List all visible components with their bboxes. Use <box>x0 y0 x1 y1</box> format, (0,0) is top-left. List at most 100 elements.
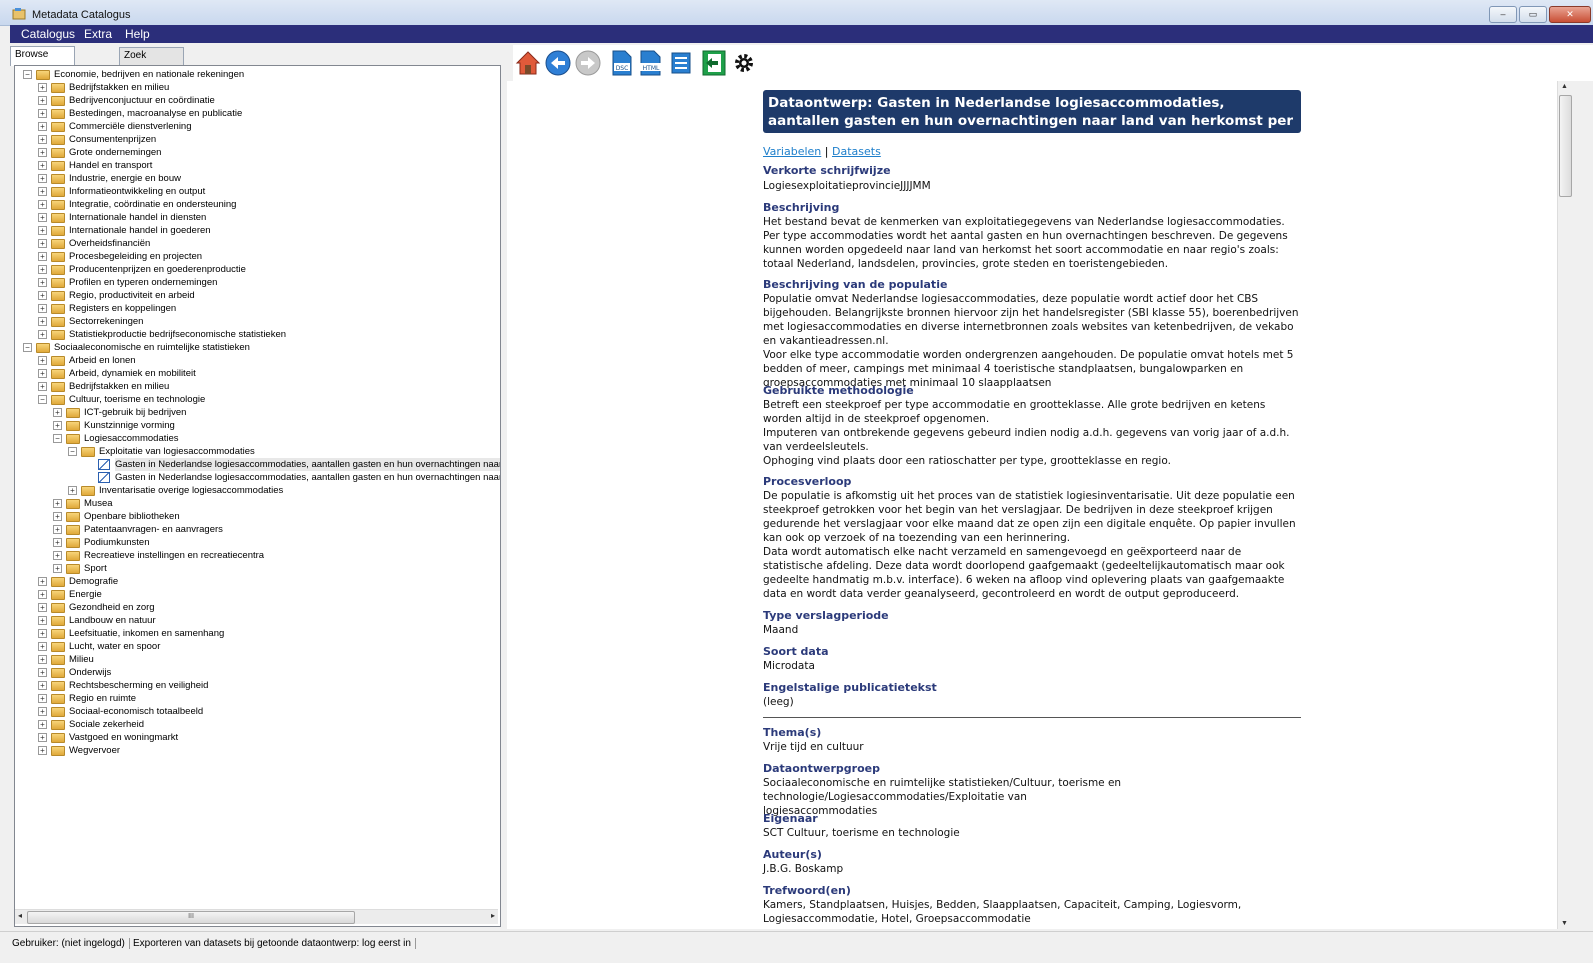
collapse-icon[interactable]: − <box>23 343 32 352</box>
expand-icon[interactable]: + <box>38 330 47 339</box>
tree-folder-item[interactable]: + Vastgoed en woningmarkt <box>38 731 178 744</box>
expand-icon[interactable]: + <box>53 499 62 508</box>
tree-folder-item[interactable]: + Gezondheid en zorg <box>38 601 155 614</box>
expand-icon[interactable]: + <box>53 421 62 430</box>
tree-folder-item[interactable]: + Informatieontwikkeling en output <box>38 185 205 198</box>
expand-icon[interactable]: + <box>68 486 77 495</box>
expand-icon[interactable]: + <box>53 512 62 521</box>
tree-folder-item[interactable]: + Podiumkunsten <box>53 536 149 549</box>
tree-folder-item[interactable]: + Registers en koppelingen <box>38 302 176 315</box>
back-icon[interactable] <box>545 50 571 76</box>
tree-folder-item[interactable]: + ICT-gebruik bij bedrijven <box>53 406 186 419</box>
tree-folder-item[interactable]: + Profilen en typeren ondernemingen <box>38 276 217 289</box>
tree-folder-item[interactable]: + Milieu <box>38 653 94 666</box>
expand-icon[interactable]: + <box>38 239 47 248</box>
datasets-link[interactable]: Datasets <box>832 145 881 158</box>
tree-folder-item[interactable]: + Integratie, coördinatie en ondersteunin… <box>38 198 236 211</box>
expand-icon[interactable]: + <box>38 629 47 638</box>
expand-icon[interactable]: + <box>53 564 62 573</box>
tree-folder-item[interactable]: + Internationale handel in goederen <box>38 224 211 237</box>
tree-folder-item[interactable]: + Arbeid, dynamiek en mobiliteit <box>38 367 196 380</box>
expand-icon[interactable]: + <box>38 96 47 105</box>
tree-folder-item[interactable]: − Exploitatie van logiesaccommodaties <box>68 445 255 458</box>
tree-folder-item[interactable]: + Grote ondernemingen <box>38 146 161 159</box>
tree-folder-item[interactable]: − Cultuur, toerisme en technologie <box>38 393 205 406</box>
tree-folder-item[interactable]: + Energie <box>38 588 102 601</box>
expand-icon[interactable]: + <box>38 603 47 612</box>
tree-folder-item[interactable]: + Landbouw en natuur <box>38 614 156 627</box>
expand-icon[interactable]: + <box>38 226 47 235</box>
maximize-button[interactable]: ▭ <box>1519 6 1547 23</box>
tree-folder-item[interactable]: + Rechtsbescherming en veiligheid <box>38 679 208 692</box>
expand-icon[interactable]: + <box>38 707 47 716</box>
tree-horizontal-scrollbar[interactable]: ◂ III ▸ <box>15 909 498 924</box>
tree-folder-item[interactable]: + Musea <box>53 497 113 510</box>
expand-icon[interactable]: + <box>38 369 47 378</box>
scroll-right-arrow[interactable]: ▸ <box>491 911 495 920</box>
expand-icon[interactable]: + <box>38 642 47 651</box>
menu-extra[interactable]: Extra <box>84 27 112 41</box>
expand-icon[interactable]: + <box>38 681 47 690</box>
expand-icon[interactable]: + <box>53 525 62 534</box>
tree-folder-item[interactable]: + Arbeid en lonen <box>38 354 136 367</box>
tab-search[interactable]: Zoek dataontwerp <box>119 47 185 77</box>
tree-folder-item[interactable]: − Logiesaccommodaties <box>53 432 179 445</box>
scroll-thumb-vertical[interactable] <box>1559 95 1572 197</box>
forward-icon[interactable] <box>575 50 601 76</box>
tree-folder-item[interactable]: + Regio, productiviteit en arbeid <box>38 289 195 302</box>
tree-folder-item[interactable]: + Sectorrekeningen <box>38 315 143 328</box>
expand-icon[interactable]: + <box>38 746 47 755</box>
expand-icon[interactable]: + <box>38 278 47 287</box>
menu-catalogus[interactable]: Catalogus <box>21 27 75 41</box>
tree-folder-item[interactable]: − Sociaaleconomische en ruimtelijke stati… <box>23 341 250 354</box>
tree-folder-item[interactable]: + Sociaal-economisch totaalbeeld <box>38 705 203 718</box>
expand-icon[interactable]: + <box>38 655 47 664</box>
expand-icon[interactable]: + <box>53 408 62 417</box>
expand-icon[interactable]: + <box>38 304 47 313</box>
tree-folder-item[interactable]: + Commerciële dienstverlening <box>38 120 192 133</box>
expand-icon[interactable]: + <box>38 200 47 209</box>
expand-icon[interactable]: + <box>38 382 47 391</box>
tree-folder-item[interactable]: + Kunstzinnige vorming <box>53 419 175 432</box>
tree-folder-item[interactable]: + Recreatieve instellingen en recreatiece… <box>53 549 264 562</box>
close-button[interactable]: ✕ <box>1549 6 1591 23</box>
expand-icon[interactable]: + <box>38 720 47 729</box>
collapse-icon[interactable]: − <box>53 434 62 443</box>
expand-icon[interactable]: + <box>38 213 47 222</box>
expand-icon[interactable]: + <box>38 135 47 144</box>
expand-icon[interactable]: + <box>38 174 47 183</box>
tree-folder-item[interactable]: + Wegvervoer <box>38 744 120 757</box>
html-export-icon[interactable]: HTML <box>638 50 664 76</box>
tree-folder-item[interactable]: − Economie, bedrijven en nationale rekeni… <box>23 68 244 81</box>
expand-icon[interactable]: + <box>38 109 47 118</box>
tree-folder-item[interactable]: + Handel en transport <box>38 159 152 172</box>
tree-folder-item[interactable]: + Sociale zekerheid <box>38 718 144 731</box>
expand-icon[interactable]: + <box>38 161 47 170</box>
menu-help[interactable]: Help <box>125 27 150 41</box>
tree-folder-item[interactable]: + Consumentenprijzen <box>38 133 156 146</box>
tree-folder-item[interactable]: + Leefsituatie, inkomen en samenhang <box>38 627 224 640</box>
expand-icon[interactable]: + <box>38 83 47 92</box>
collapse-icon[interactable]: − <box>23 70 32 79</box>
detail-vertical-scrollbar[interactable]: ▲ ▼ <box>1557 81 1572 929</box>
tree-folder-item[interactable]: + Regio en ruimte <box>38 692 136 705</box>
exit-icon[interactable] <box>702 50 726 76</box>
tree-folder-item[interactable]: + Industrie, energie en bouw <box>38 172 181 185</box>
expand-icon[interactable]: + <box>38 187 47 196</box>
tree-folder-item[interactable]: + Statistiekproductie bedrijfseconomische… <box>38 328 286 341</box>
expand-icon[interactable]: + <box>53 551 62 560</box>
tree-folder-item[interactable]: + Bestedingen, macroanalyse en publicatie <box>38 107 242 120</box>
minimize-button[interactable]: – <box>1489 6 1517 23</box>
collapse-icon[interactable]: − <box>38 395 47 404</box>
expand-icon[interactable]: + <box>38 694 47 703</box>
scroll-down-arrow[interactable]: ▼ <box>1561 920 1568 927</box>
list-view-icon[interactable] <box>670 50 692 76</box>
tree-dataontwerp-item[interactable]: Gasten in Nederlandse logiesaccommodatie… <box>98 458 500 471</box>
expand-icon[interactable]: + <box>53 538 62 547</box>
tree-folder-item[interactable]: + Onderwijs <box>38 666 111 679</box>
expand-icon[interactable]: + <box>38 590 47 599</box>
tree-folder-item[interactable]: + Patentaanvragen- en aanvragers <box>53 523 223 536</box>
tree-folder-item[interactable]: + Demografie <box>38 575 118 588</box>
tree-folder-item[interactable]: + Openbare bibliotheken <box>53 510 180 523</box>
tree-dataontwerp-item[interactable]: Gasten in Nederlandse logiesaccommodatie… <box>98 471 500 484</box>
